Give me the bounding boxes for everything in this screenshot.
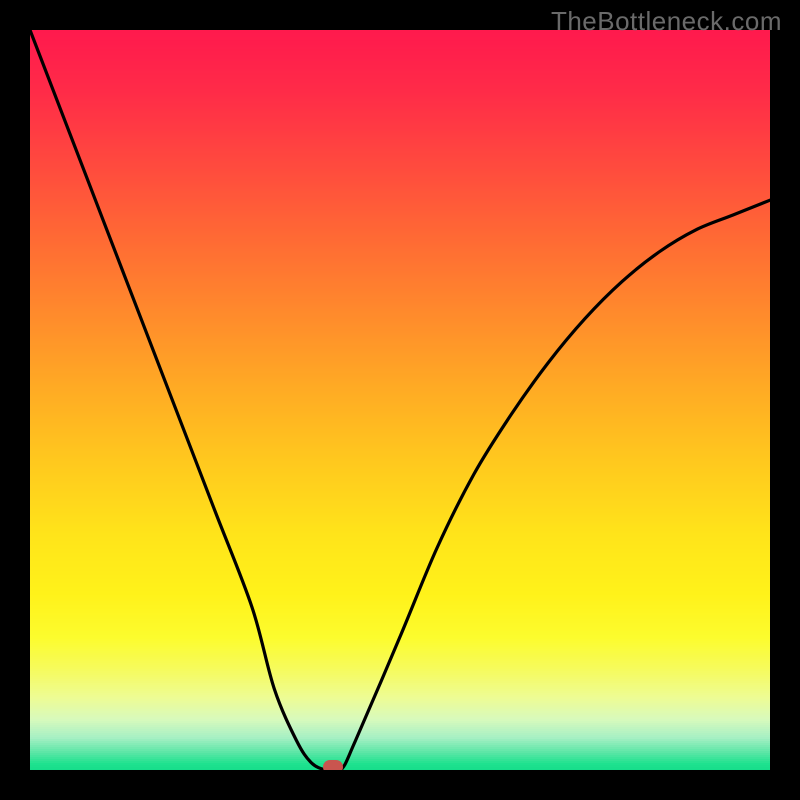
- watermark-text: TheBottleneck.com: [551, 6, 782, 37]
- bottleneck-curve: [30, 30, 770, 770]
- chart-frame: TheBottleneck.com: [0, 0, 800, 800]
- optimal-point-marker: [323, 760, 343, 770]
- plot-area: [30, 30, 770, 770]
